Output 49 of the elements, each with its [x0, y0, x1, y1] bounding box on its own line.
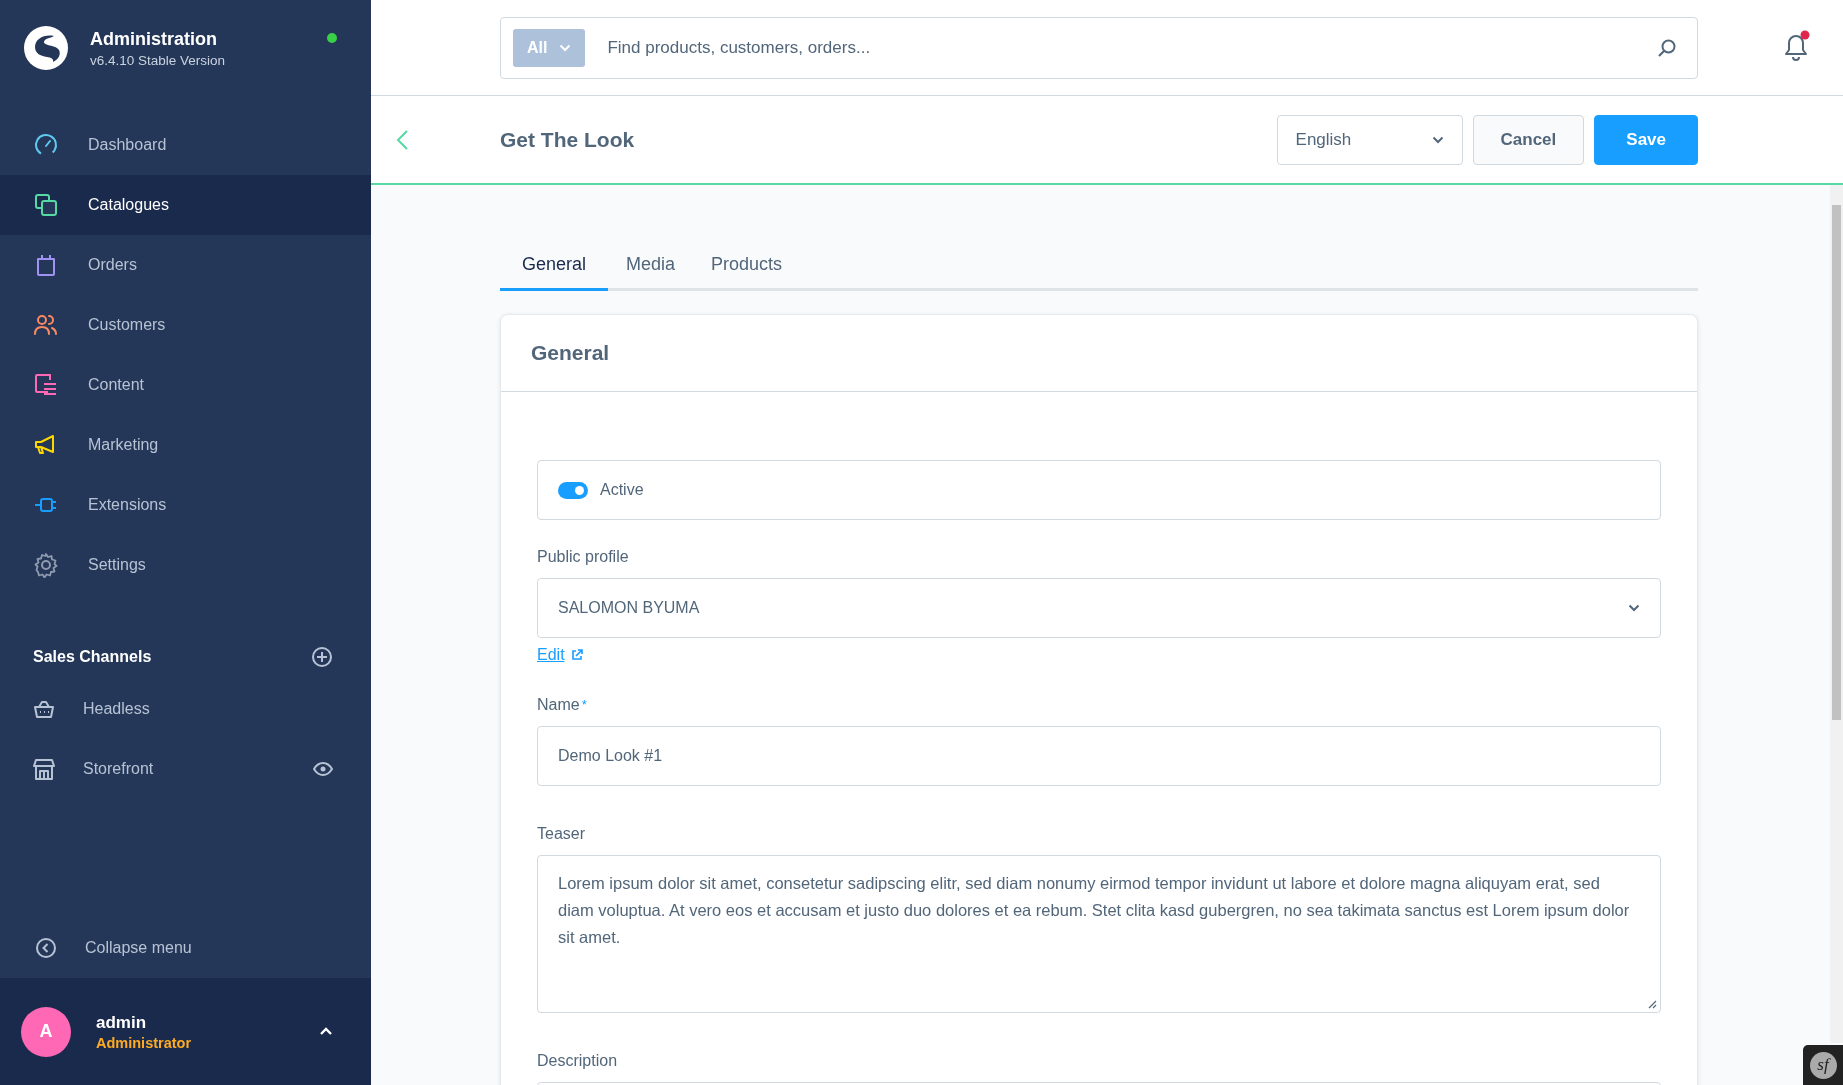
nav-item[interactable]: Dashboard	[0, 115, 371, 175]
basket-icon	[33, 698, 55, 720]
nav-item[interactable]: Marketing	[0, 415, 371, 475]
nav-item[interactable]: Catalogues	[0, 175, 371, 235]
nav-item[interactable]: Extensions	[0, 475, 371, 535]
page-title: Get The Look	[500, 127, 636, 152]
scrollbar-thumb[interactable]	[1832, 205, 1841, 720]
nav-item[interactable]: Content	[0, 355, 371, 415]
chevron-up-icon[interactable]	[319, 1027, 333, 1036]
chevron-down-icon	[1628, 604, 1640, 612]
sales-channel-item[interactable]: Headless	[0, 679, 371, 739]
field-label: Public profile	[537, 547, 630, 567]
field-label: Description	[537, 1051, 619, 1071]
language-select[interactable]: English	[1276, 114, 1463, 165]
nav-item[interactable]: Customers	[0, 295, 371, 355]
debug-toolbar-button[interactable]: sf	[1809, 1051, 1837, 1079]
add-icon[interactable]	[311, 646, 333, 668]
toggle-switch[interactable]	[558, 481, 588, 499]
eye-icon[interactable]	[313, 762, 333, 776]
nav-item[interactable]: Orders	[0, 235, 371, 295]
logo-icon	[24, 26, 68, 70]
tab[interactable]: Media	[608, 240, 694, 291]
toggle-label: Active	[600, 481, 644, 499]
section-title: Sales Channels	[33, 648, 152, 666]
input-field[interactable]: Demo Look #1	[537, 726, 1661, 786]
select-field[interactable]: SALOMON BYUMA	[537, 578, 1661, 638]
sales-channel-item[interactable]: Storefront	[0, 739, 371, 799]
external-link-icon	[570, 649, 583, 661]
textarea-field[interactable]: Lorem ipsum dolor sit amet, consetetur sadipscing elitr, sed diam nonumy eirmod tempor invidunt ut labore et dolore magna aliquyam erat, sed diam voluptua. At vero eos et accusam et justo duo dolores et ea rebum. Stet clita kasd gubergren, no sea takimata sanctus est Lorem ipsum dolor sit amet.	[537, 855, 1661, 1013]
nav-item[interactable]: Settings	[0, 535, 371, 595]
chevron-left-circle-icon	[35, 937, 57, 959]
notification-bell-icon[interactable]	[1782, 30, 1812, 62]
field-label: Teaser	[537, 824, 587, 844]
scrollbar[interactable]	[1830, 185, 1843, 1043]
user-role: Administrator	[96, 1034, 193, 1051]
tab[interactable]: General	[500, 240, 609, 291]
field-label: Name*	[537, 695, 588, 715]
card-title: General	[501, 315, 1697, 392]
collapse-menu-button[interactable]: Collapse menu	[0, 918, 371, 978]
user-name: admin	[96, 1012, 148, 1033]
app-title: Administration	[90, 29, 218, 50]
search-icon[interactable]	[1657, 37, 1677, 58]
cancel-button[interactable]: Cancel	[1472, 114, 1585, 165]
resize-handle-icon[interactable]	[1648, 1000, 1657, 1009]
store-icon	[33, 757, 55, 781]
chevron-down-icon	[559, 43, 572, 52]
chevron-down-icon	[1431, 135, 1444, 144]
tab[interactable]: Products	[693, 240, 801, 291]
version-label: v6.4.10 Stable Version	[90, 53, 226, 68]
